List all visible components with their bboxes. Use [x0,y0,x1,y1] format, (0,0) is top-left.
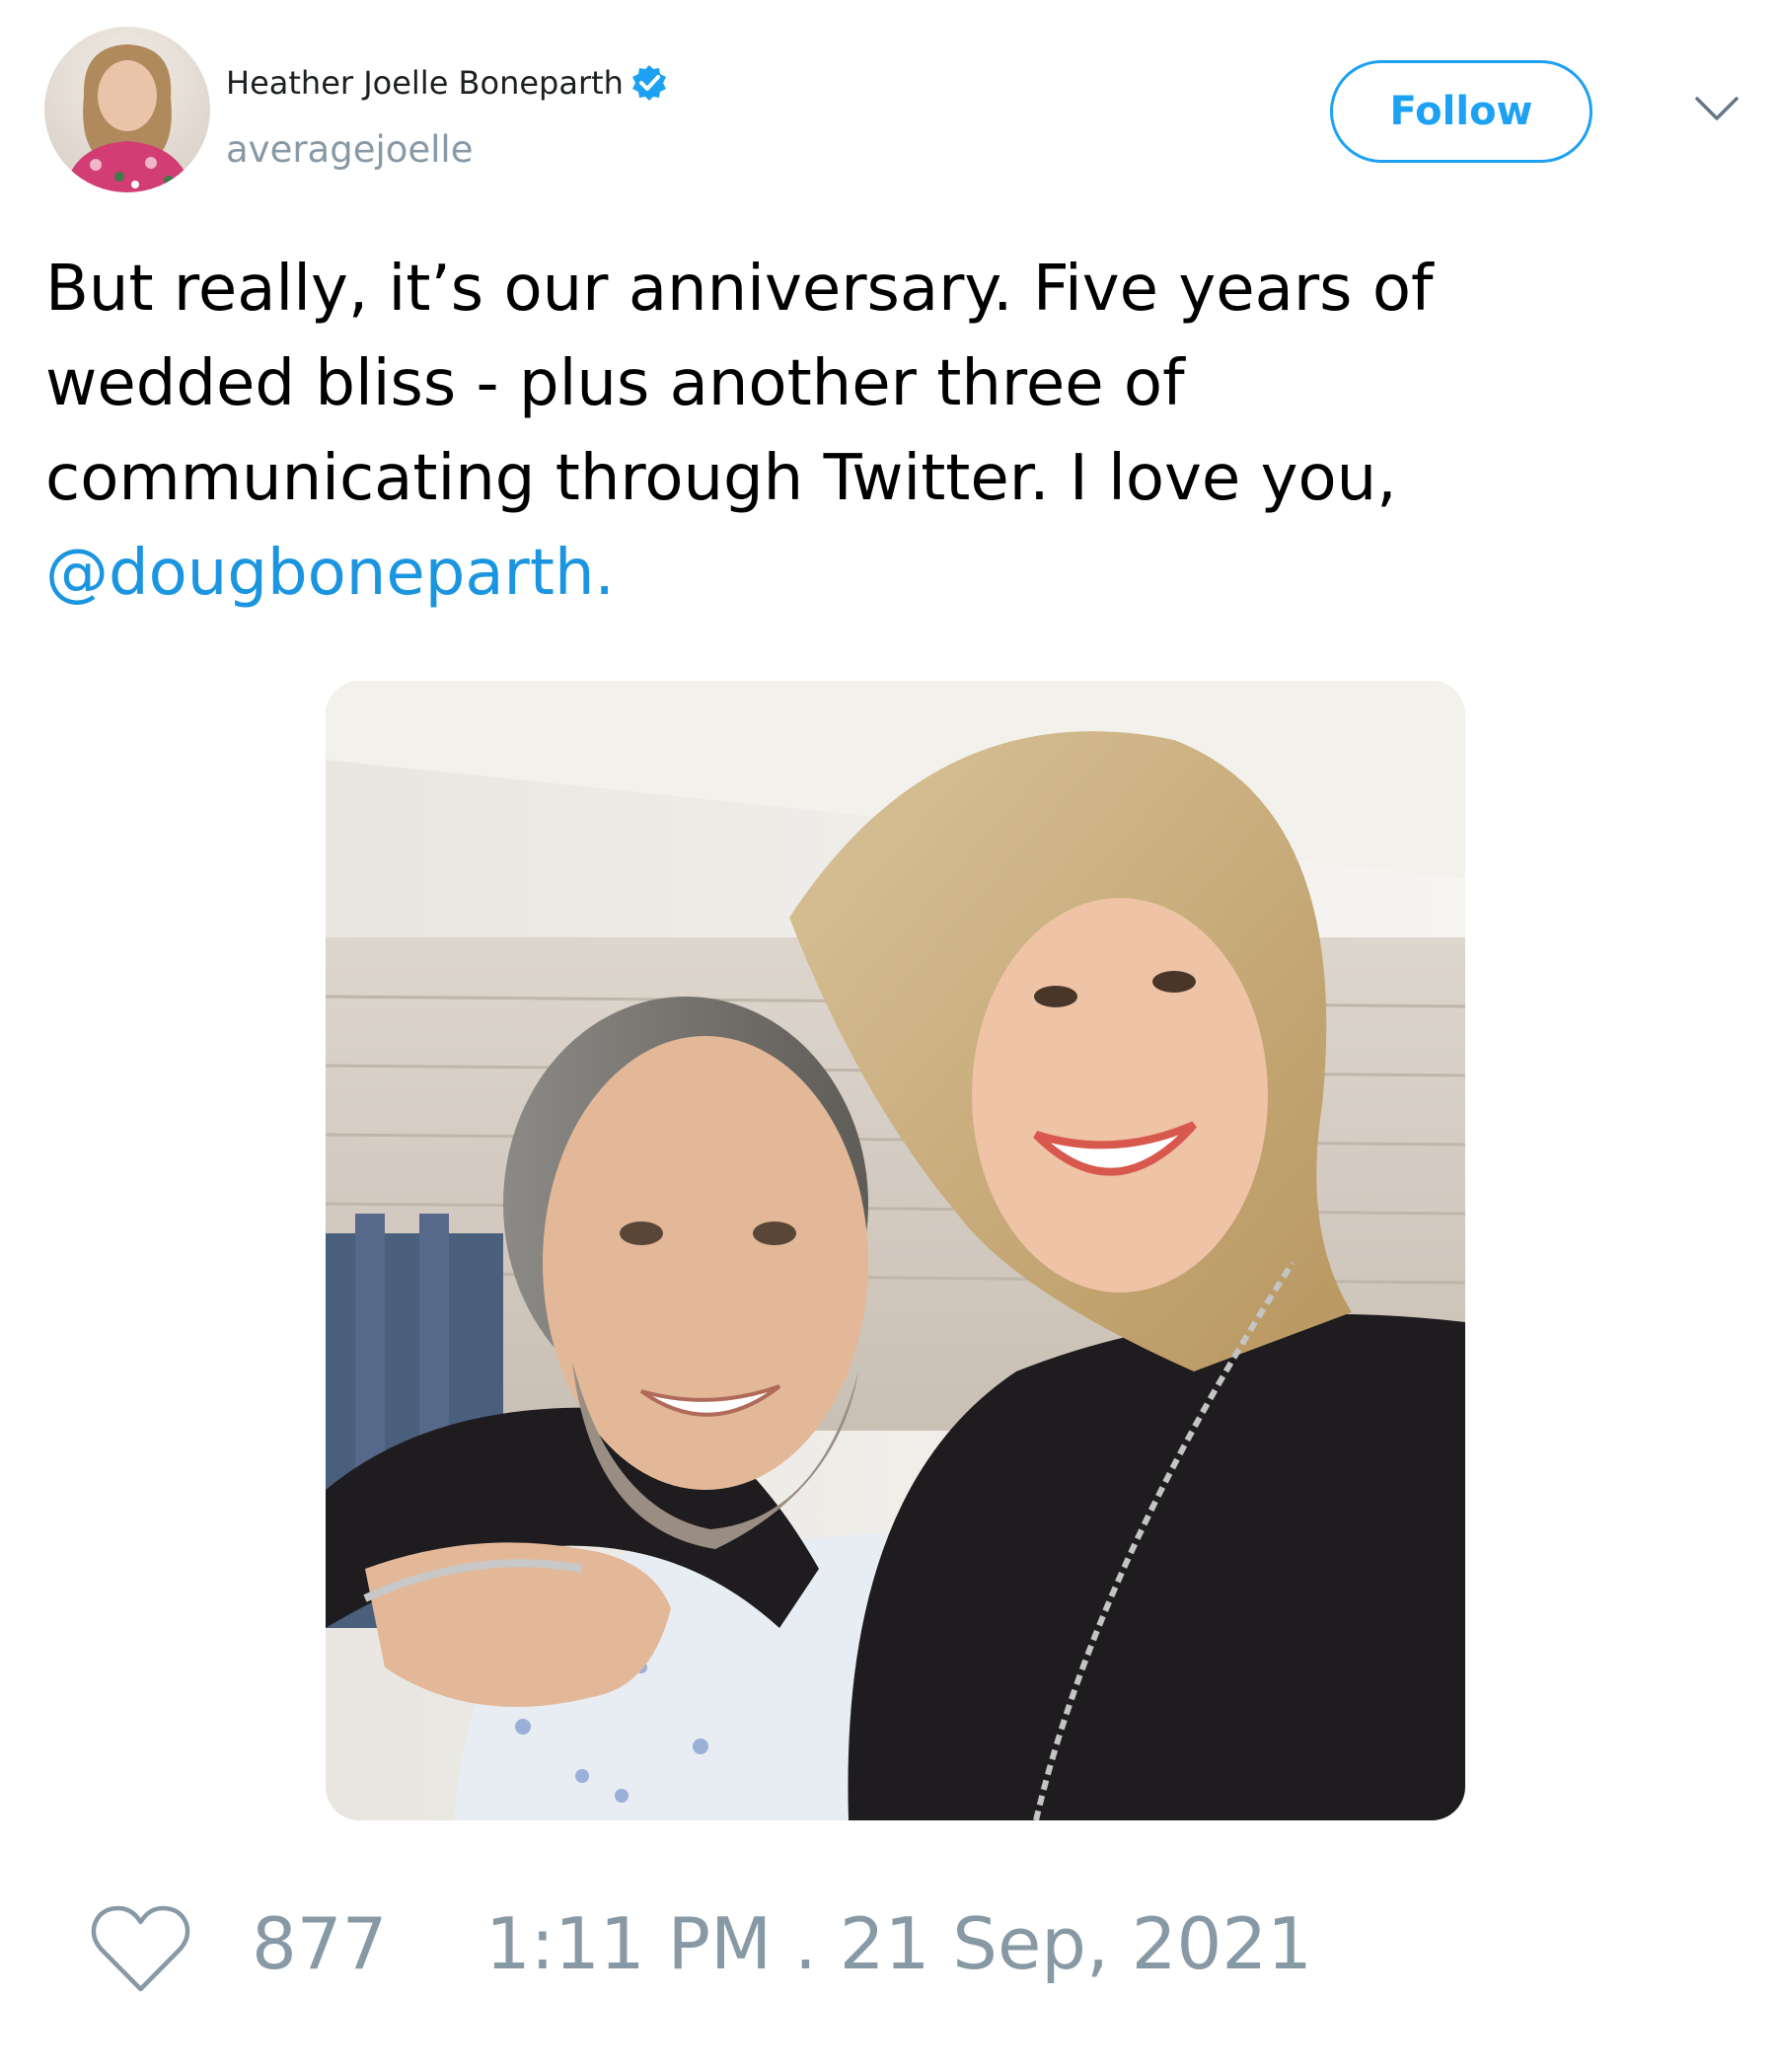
tweet-timestamp[interactable]: 1:11 PM . 21 Sep, 2021 [485,1899,1312,1988]
avatar[interactable] [44,27,210,192]
heart-icon[interactable] [89,1904,192,1995]
chevron-down-icon[interactable] [1693,93,1740,126]
tweet-footer: 877 1:11 PM . 21 Sep, 2021 [89,1899,1569,1992]
tweet-photo[interactable] [326,681,1465,1820]
like-count: 877 [252,1902,388,1985]
verified-badge-icon [629,63,669,103]
tweet-card: Heather Joelle Boneparth averagejoelle F… [0,0,1776,2072]
tweet-text: But really, it’s our anniversary. Five y… [45,242,1585,621]
tweet-body: But really, it’s our anniversary. Five y… [45,253,1434,515]
author-display-name[interactable]: Heather Joelle Boneparth [226,64,624,102]
mention-link[interactable]: @dougboneparth. [45,537,615,610]
author-handle[interactable]: averagejoelle [226,128,473,171]
follow-button[interactable]: Follow [1330,60,1592,163]
author-name-row[interactable]: Heather Joelle Boneparth [226,63,669,103]
